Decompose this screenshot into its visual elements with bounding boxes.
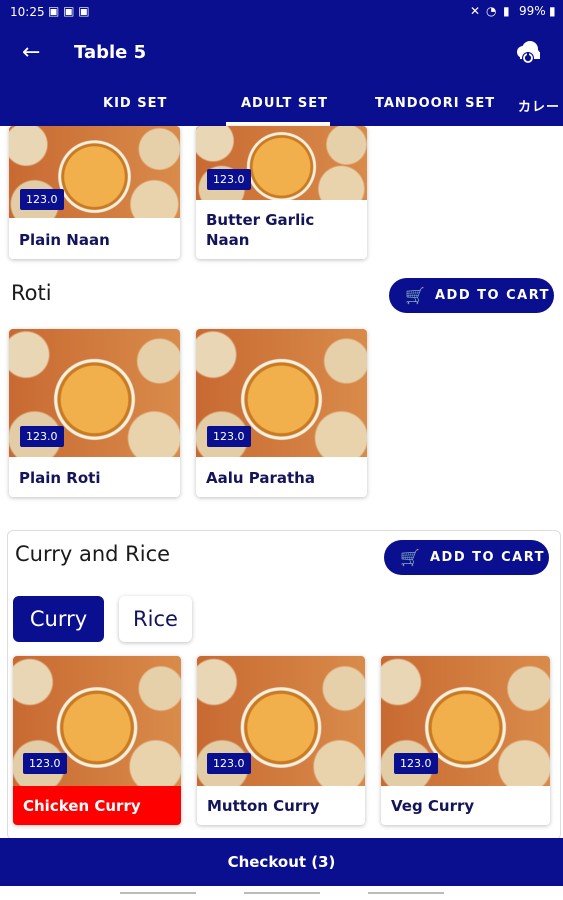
price-badge: 123.0	[20, 426, 64, 447]
item-name: Butter Garlic Naan	[206, 211, 315, 249]
notification-icon: ▣ ▣ ▣	[48, 4, 90, 18]
menu-item-aalu-paratha[interactable]: 123.0 Aalu Paratha	[196, 329, 367, 497]
price-badge: 123.0	[207, 753, 251, 774]
item-name: Plain Naan	[19, 231, 110, 249]
status-bar: 10:25 ▣ ▣ ▣ ✕ ◔ ▮ 99% ▮	[0, 0, 563, 24]
nav-recents-handle[interactable]	[368, 892, 444, 894]
cart-icon: 🛒	[400, 548, 422, 567]
category-tabs: KID SET ADULT SET TANDOORI SET カレー	[0, 84, 563, 126]
section-title-roti: Roti	[11, 281, 52, 305]
page-title: Table 5	[74, 42, 147, 63]
item-name: Mutton Curry	[207, 797, 320, 815]
menu-item-plain-roti[interactable]: 123.0 Plain Roti	[9, 329, 180, 497]
nav-home-handle[interactable]	[244, 892, 320, 894]
tab-tandoori-set[interactable]: TANDOORI SET	[375, 96, 495, 111]
tab-kid-set[interactable]: KID SET	[103, 96, 167, 111]
mute-icon: ✕	[470, 4, 481, 18]
filter-chip-rice[interactable]: Rice	[119, 596, 192, 642]
price-badge: 123.0	[394, 753, 438, 774]
menu-item-butter-garlic-naan[interactable]: 123.0 Butter Garlic Naan	[196, 126, 367, 259]
cart-icon: 🛒	[405, 286, 427, 305]
price-badge: 123.0	[207, 426, 251, 447]
add-to-cart-button[interactable]: 🛒 ADD TO CART	[384, 540, 549, 575]
status-time: 10:25	[10, 5, 45, 19]
cloud-sync-icon[interactable]	[512, 38, 542, 68]
tab-curry-jp[interactable]: カレー	[518, 96, 560, 115]
wifi-icon: ◔	[486, 4, 497, 18]
system-nav-bar	[0, 886, 563, 900]
add-to-cart-button[interactable]: 🛒 ADD TO CART	[389, 278, 554, 313]
add-to-cart-label: ADD TO CART	[435, 288, 551, 303]
filter-chip-curry[interactable]: Curry	[13, 596, 104, 642]
price-badge: 123.0	[20, 189, 64, 210]
price-badge: 123.0	[23, 753, 67, 774]
battery-icon: ▮	[549, 4, 556, 18]
item-name: Chicken Curry	[23, 797, 141, 815]
menu-item-veg-curry[interactable]: 123.0 Veg Curry	[381, 656, 550, 825]
tab-adult-set[interactable]: ADULT SET	[241, 96, 328, 111]
menu-item-mutton-curry[interactable]: 123.0 Mutton Curry	[197, 656, 365, 825]
item-name: Aalu Paratha	[206, 469, 315, 487]
add-to-cart-label: ADD TO CART	[430, 550, 546, 565]
section-title-curry-rice: Curry and Rice	[15, 542, 171, 566]
signal-icon: ▮	[503, 4, 510, 18]
menu-item-plain-naan[interactable]: 123.0 Plain Naan	[9, 126, 180, 259]
back-arrow-icon[interactable]: ←	[22, 40, 40, 65]
checkout-button[interactable]: Checkout (3)	[0, 838, 563, 886]
battery-percent: 99%	[519, 4, 546, 18]
item-name: Plain Roti	[19, 469, 101, 487]
price-badge: 123.0	[207, 169, 251, 190]
item-name: Veg Curry	[391, 797, 475, 815]
app-bar: ← Table 5	[0, 24, 563, 84]
nav-back-handle[interactable]	[120, 892, 196, 894]
menu-item-chicken-curry[interactable]: 123.0 Chicken Curry	[13, 656, 181, 825]
